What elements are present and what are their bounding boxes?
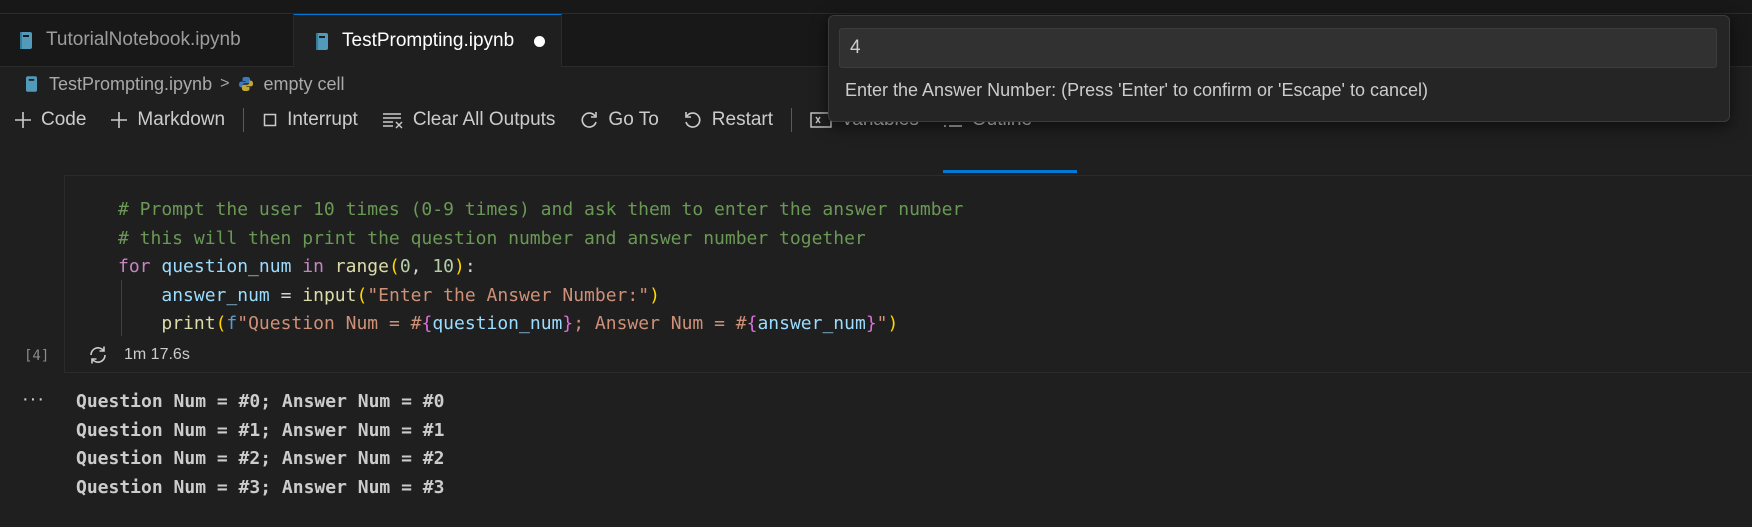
restart-label: Restart: [711, 109, 774, 130]
active-indicator: [943, 170, 1077, 173]
cell-status: 1m 17.6s: [88, 345, 190, 365]
code-line: # this will then print the question numb…: [118, 227, 866, 249]
output-line: Question Num = #1; Answer Num = #1: [76, 419, 445, 441]
notebook-icon: [26, 76, 37, 92]
tab-test-prompting[interactable]: TestPrompting.ipynb: [294, 14, 562, 67]
execution-duration: 1m 17.6s: [124, 346, 190, 363]
go-to-icon: [581, 112, 598, 128]
markdown-label: Markdown: [137, 109, 226, 130]
unsaved-indicator-icon[interactable]: [534, 35, 546, 47]
clear-outputs-icon: [382, 113, 403, 129]
quick-input-message: Enter the Answer Number: (Press 'Enter' …: [845, 80, 1428, 100]
code-line: print(f"Question Num = #{question_num}; …: [161, 313, 899, 334]
interrupt-button[interactable]: Interrupt: [262, 109, 358, 131]
output-line: Question Num = #0; Answer Num = #0: [76, 391, 445, 412]
toolbar-divider: [791, 108, 793, 132]
code-line: answer_num = input("Enter the Answer Num…: [161, 284, 660, 306]
breadcrumb-cell[interactable]: empty cell: [263, 74, 344, 95]
restart-button[interactable]: Restart: [683, 109, 773, 131]
python-icon: [238, 76, 254, 92]
code-label: Code: [41, 109, 87, 130]
notebook-icon: [20, 31, 32, 49]
notebook-icon: [316, 32, 328, 50]
add-code-cell-button[interactable]: Code: [14, 109, 86, 131]
output-actions-icon[interactable]: ···: [22, 388, 45, 411]
interrupt-label: Interrupt: [287, 109, 358, 130]
quick-input-widget: Enter the Answer Number: (Press 'Enter' …: [828, 15, 1730, 122]
plus-icon: [15, 112, 31, 128]
cell-output: Question Num = #0; Answer Num = #0 Questi…: [76, 388, 444, 502]
tab-tutorial-notebook[interactable]: TutorialNotebook.ipynb: [0, 14, 294, 66]
code-line: # Prompt the user 10 times (0-9 times) a…: [118, 199, 964, 220]
code-editor[interactable]: # Prompt the user 10 times (0-9 times) a…: [118, 196, 963, 339]
stop-icon: [263, 113, 277, 127]
tab-label: TestPrompting.ipynb: [342, 30, 515, 51]
output-line: Question Num = #3; Answer Num = #3: [76, 476, 445, 498]
output-line: Question Num = #2; Answer Num = #2: [76, 448, 445, 469]
restart-icon: [684, 112, 701, 128]
breadcrumb: TestPrompting.ipynb > empty cell: [26, 70, 344, 98]
toolbar-divider: [243, 108, 245, 132]
go-to-button[interactable]: Go To: [579, 109, 659, 131]
code-line: for question_num in range(0, 10):: [118, 256, 476, 277]
clear-all-outputs-button[interactable]: Clear All Outputs: [382, 109, 556, 131]
clear-outputs-label: Clear All Outputs: [412, 109, 556, 130]
go-to-label: Go To: [608, 109, 659, 130]
tab-label: TutorialNotebook.ipynb: [46, 29, 241, 50]
breadcrumb-file[interactable]: TestPrompting.ipynb: [49, 74, 212, 95]
title-bar: [0, 0, 1752, 14]
answer-input[interactable]: [839, 28, 1717, 68]
add-markdown-cell-button[interactable]: Markdown: [110, 109, 225, 131]
execution-count: [4]: [24, 348, 50, 364]
plus-icon: [111, 112, 128, 128]
chevron-right-icon: >: [220, 75, 230, 92]
executing-icon: [90, 346, 106, 364]
